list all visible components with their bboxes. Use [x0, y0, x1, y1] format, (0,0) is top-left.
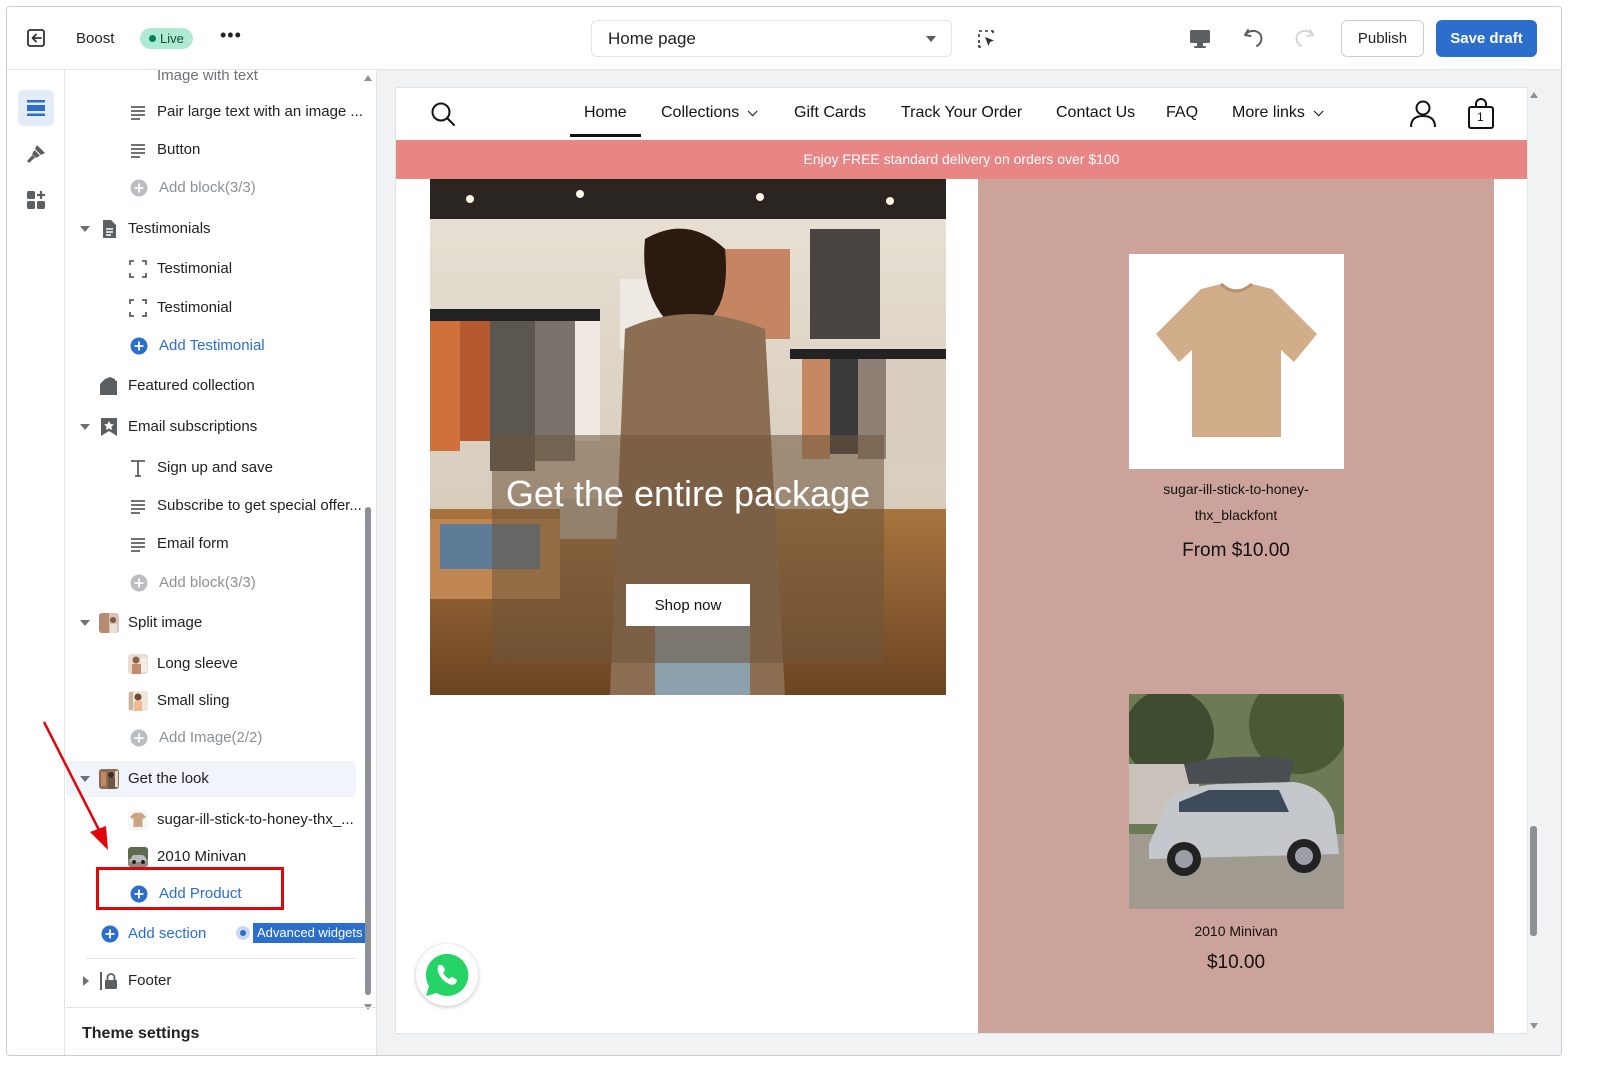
inspector-icon[interactable] — [977, 29, 997, 49]
theme-settings-link[interactable]: Theme settings — [66, 1007, 376, 1055]
plus-circle-icon — [130, 179, 148, 197]
annotation-arrow-icon — [42, 721, 108, 850]
nav-collections[interactable]: Collections — [661, 104, 754, 122]
small-sling-thumbnail — [128, 691, 148, 711]
nav-more-links[interactable]: More links — [1232, 104, 1320, 122]
sidebar-row-label: Email form — [157, 535, 229, 552]
preview-scrollbar-thumb[interactable] — [1530, 826, 1537, 936]
nav-faq[interactable]: FAQ — [1166, 104, 1198, 122]
storefront-preview: Home Collections Gift Cards Track Your O… — [396, 88, 1527, 1033]
sidebar-row-label: Email subscriptions — [128, 418, 258, 435]
footer-lock-icon — [100, 972, 117, 990]
chevron-down-icon — [926, 36, 936, 42]
advanced-widgets-label: Advanced widgets — [253, 923, 367, 943]
scroll-up-icon[interactable] — [1530, 92, 1538, 98]
sidebar-row-label: Add block(3/3) — [159, 574, 256, 591]
text-block-icon — [131, 538, 145, 552]
product-image[interactable] — [1129, 254, 1344, 469]
product-image[interactable] — [1129, 694, 1344, 909]
frame-icon — [129, 260, 147, 278]
add-section-button[interactable]: Add section — [66, 916, 226, 952]
sidebar-row-label: Footer — [128, 972, 172, 989]
chevron-right-icon[interactable] — [83, 976, 89, 986]
product-name[interactable]: sugar-ill-stick-to-honey-thx_blackfont — [1128, 476, 1344, 528]
announcement-bar: Enjoy FREE standard delivery on orders o… — [396, 140, 1527, 179]
status-badge: Live — [140, 28, 193, 49]
nav-gift-cards[interactable]: Gift Cards — [794, 104, 866, 122]
hero-image: Get the entire package Shop now — [430, 179, 946, 695]
nav-contact[interactable]: Contact Us — [1056, 104, 1135, 122]
text-block-icon — [131, 144, 145, 158]
top-bar: Boost Live ••• Home page Publish Save dr… — [7, 7, 1561, 70]
plus-circle-icon — [130, 574, 148, 592]
nav-home[interactable]: Home — [570, 104, 641, 137]
sidebar-row-label: sugar-ill-stick-to-honey-thx_... — [157, 811, 354, 828]
plus-circle-icon — [130, 337, 148, 355]
text-block-icon — [131, 500, 145, 514]
sidebar-row-label: Add Image(2/2) — [159, 729, 263, 746]
cart-count: 1 — [1477, 110, 1484, 124]
sidebar-row-label: Long sleeve — [157, 655, 238, 672]
annotation-highlight-box — [96, 867, 284, 910]
sidebar-row-label: Small sling — [157, 692, 230, 709]
shop-now-button[interactable]: Shop now — [626, 584, 750, 626]
sidebar-row-label: Pair large text with an image ... — [157, 103, 363, 120]
whatsapp-icon — [425, 953, 469, 996]
account-icon[interactable] — [1409, 99, 1437, 129]
scroll-up-icon[interactable] — [364, 75, 372, 81]
search-icon[interactable] — [430, 101, 456, 127]
tshirt-thumbnail — [128, 810, 148, 830]
sidebar-row-label: Featured collection — [128, 377, 255, 394]
divider — [86, 958, 356, 959]
page-selector-value: Home page — [608, 29, 696, 48]
undo-icon[interactable] — [1242, 27, 1266, 49]
frame-icon — [129, 299, 147, 317]
sidebar-row-label: Add Testimonial — [159, 337, 265, 354]
scroll-down-icon[interactable] — [1530, 1023, 1538, 1029]
nav-track-order[interactable]: Track Your Order — [901, 104, 1022, 122]
minivan-thumbnail — [128, 847, 148, 867]
minivan-image — [1129, 694, 1344, 909]
sidebar-scrollbar[interactable] — [364, 75, 372, 1010]
text-block-icon — [131, 106, 145, 120]
store-header: Home Collections Gift Cards Track Your O… — [396, 88, 1527, 140]
sidebar-row-label: Split image — [128, 614, 203, 631]
more-actions-button[interactable]: ••• — [220, 25, 242, 46]
product-price: $10.00 — [1206, 952, 1266, 973]
redo-icon[interactable] — [1292, 27, 1316, 49]
product-name[interactable]: 2010 Minivan — [1128, 918, 1344, 944]
sidebar-row-label: Image with text — [157, 70, 258, 84]
sidebar-row-label: Add block(3/3) — [159, 179, 256, 196]
scrollbar-thumb[interactable] — [365, 507, 371, 995]
sidebar-row-label: Get the look — [128, 770, 209, 787]
hero-title: Get the entire package — [505, 473, 871, 514]
desktop-icon[interactable] — [1189, 29, 1211, 49]
plus-circle-icon — [101, 925, 119, 943]
sidebar-row-label: Testimonials — [128, 220, 211, 237]
page-selector[interactable]: Home page — [591, 20, 952, 57]
sidebar-row-label: 2010 Minivan — [157, 848, 247, 865]
whatsapp-button[interactable] — [416, 944, 478, 1006]
sidebar-row-label: Sign up and save — [157, 459, 273, 476]
sidebar-row-label: Testimonial — [157, 260, 233, 277]
get-the-look-panel: sugar-ill-stick-to-honey-thx_blackfont F… — [978, 179, 1494, 1033]
sidebar-row-label: Button — [157, 141, 201, 158]
long-sleeve-thumbnail — [128, 654, 148, 674]
sidebar-section-footer[interactable]: Footer — [66, 963, 356, 999]
theme-settings-label: Theme settings — [82, 1025, 200, 1042]
sidebar-row-label: Add section — [128, 925, 207, 942]
widget-dot-icon — [236, 926, 250, 940]
publish-button[interactable]: Publish — [1341, 20, 1424, 57]
sidebar-row-label: Testimonial — [157, 299, 233, 316]
save-draft-button[interactable]: Save draft — [1436, 20, 1537, 57]
product-price: From $10.00 — [1182, 540, 1290, 561]
sidebar-row-label: Subscribe to get special offer... — [157, 497, 362, 514]
heading-icon — [131, 460, 145, 477]
tshirt-image — [1129, 254, 1344, 469]
hero-overlay — [492, 435, 884, 663]
plus-circle-icon — [130, 729, 148, 747]
